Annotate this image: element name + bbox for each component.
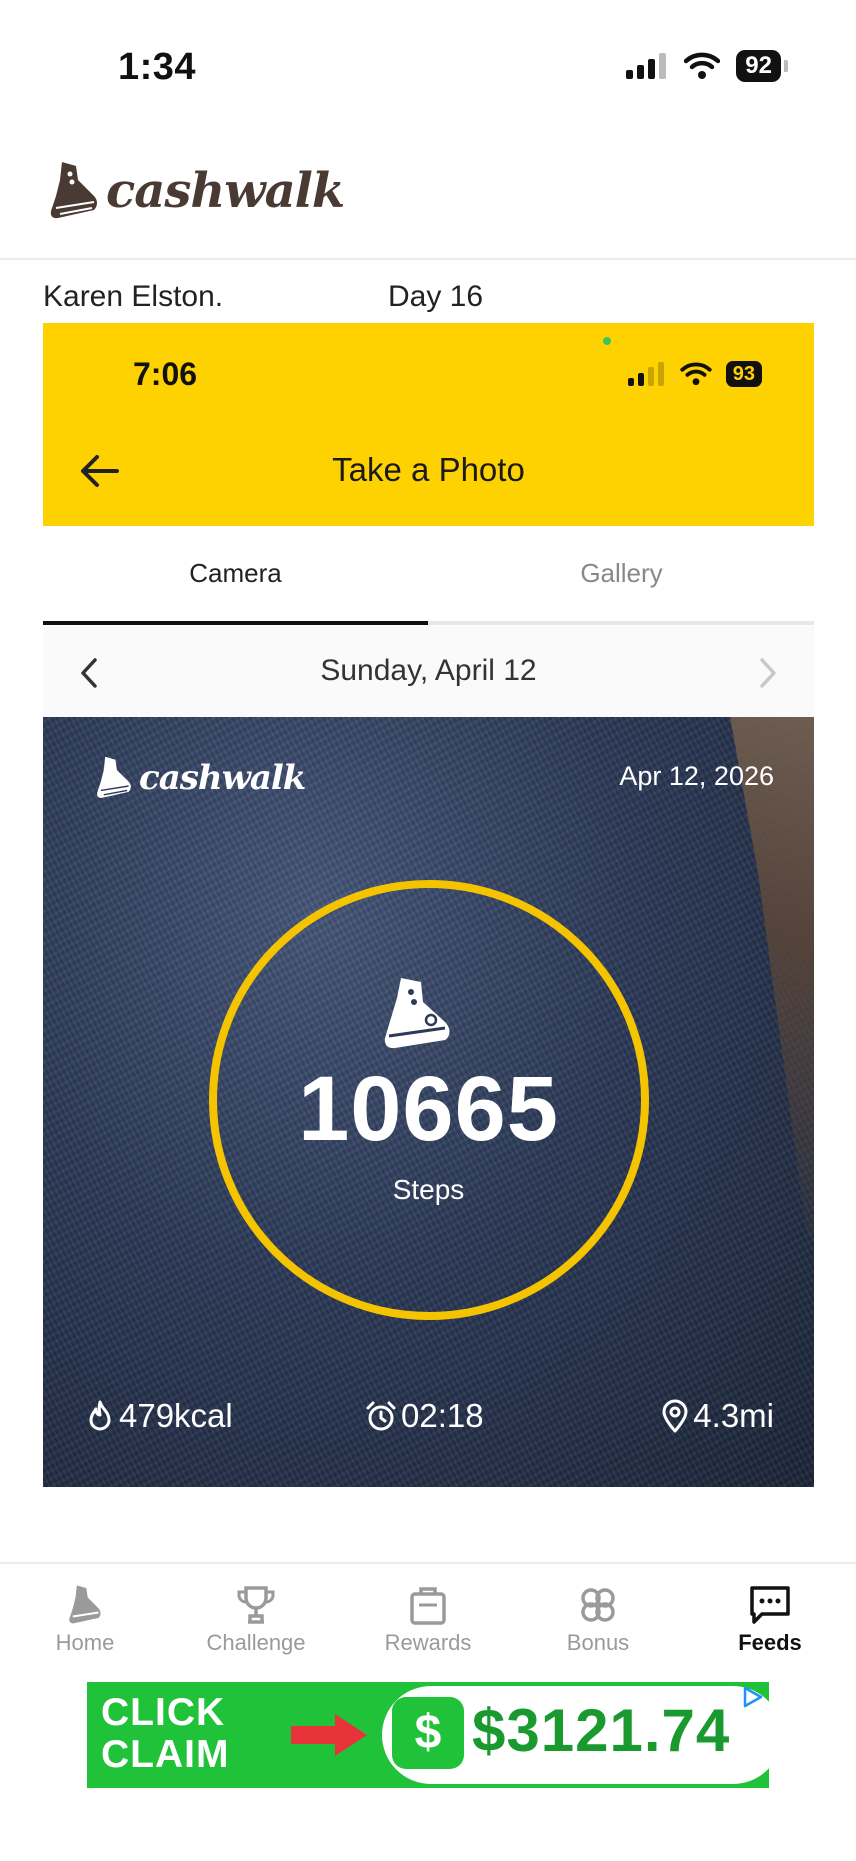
step-photo: cashwalk Apr 12, 2026 10665 Steps 479kca… (43, 717, 814, 1487)
tabbar-item-challenge[interactable]: Challenge (176, 1584, 336, 1668)
chat-bubble-icon (750, 1586, 790, 1624)
tabbar-label-feeds: Feeds (738, 1630, 802, 1655)
date-label: Sunday, April 12 (320, 654, 537, 687)
photo-logo-wordmark: cashwalk (139, 758, 306, 798)
chevron-right-icon[interactable] (750, 654, 784, 692)
ad-amount: $3121.74 (472, 1697, 731, 1764)
arrow-right-icon (291, 1714, 367, 1756)
embedded-wifi-icon (680, 362, 712, 386)
status-indicators: 92 (626, 50, 788, 82)
alarm-clock-icon (366, 1401, 396, 1431)
tabbar-item-rewards[interactable]: Rewards (348, 1584, 508, 1668)
shoe-logo-icon (97, 756, 131, 798)
post-image[interactable]: 7:06 93 Take a Photo Camera Gallery Sund… (43, 323, 814, 1488)
privacy-indicator-dot (603, 337, 611, 345)
battery-indicator: 92 (736, 50, 788, 82)
post-author: Karen Elston. (43, 280, 224, 313)
app-header: cashwalk (0, 140, 856, 260)
tabbar-item-bonus[interactable]: Bonus (518, 1584, 678, 1668)
dollar-icon: $ (392, 1697, 464, 1769)
steps-count: 10665 (298, 1058, 559, 1160)
photo-date: Apr 12, 2026 (619, 761, 774, 791)
photo-source-tabs: Camera Gallery (43, 526, 814, 626)
embedded-battery-indicator: 93 (725, 361, 762, 387)
trophy-icon (237, 1586, 275, 1624)
embedded-header: 7:06 93 Take a Photo (43, 323, 814, 526)
tab-gallery[interactable]: Gallery (429, 526, 814, 621)
ad-cta-line1: CLICK (101, 1691, 226, 1734)
tabbar-label-home: Home (55, 1630, 115, 1655)
duration-stat: 02:18 (365, 1397, 484, 1435)
tab-camera[interactable]: Camera (43, 526, 428, 621)
logo-wordmark: cashwalk (106, 163, 345, 219)
shoe-icon (69, 1585, 101, 1624)
tabbar-item-home[interactable]: Home (5, 1584, 165, 1668)
wifi-icon (684, 52, 721, 79)
sneaker-icon (384, 978, 450, 1049)
calories-value: 479kcal (119, 1397, 233, 1434)
calories-stat: 479kcal (85, 1397, 233, 1435)
ad-cta: CLICK CLAIM (101, 1692, 229, 1776)
embedded-status-indicators: 93 (627, 361, 762, 387)
tabbar-label-bonus: Bonus (566, 1630, 630, 1655)
bottom-tab-bar: Home Challenge Rewards Bonus Feeds (0, 1562, 856, 1672)
ad-banner[interactable]: CLICK CLAIM $ $3121.74 (87, 1682, 769, 1788)
location-pin-icon (662, 1399, 688, 1433)
steps-label: Steps (392, 1174, 465, 1205)
distance-value: 4.3mi (693, 1397, 774, 1434)
tabbar-label-rewards: Rewards (384, 1630, 472, 1655)
distance-stat: 4.3mi (661, 1397, 774, 1435)
clover-icon (581, 1588, 615, 1622)
app-logo: cashwalk (48, 160, 345, 222)
tab-active-indicator (43, 621, 428, 625)
ad-choices-icon[interactable] (741, 1686, 765, 1708)
status-bar: 1:34 92 (0, 0, 856, 140)
shopping-bag-icon (410, 1587, 446, 1625)
signal-icon (626, 53, 667, 79)
tabbar-item-feeds[interactable]: Feeds (690, 1584, 850, 1668)
embedded-page-title: Take a Photo (332, 451, 525, 488)
flame-icon (89, 1400, 111, 1431)
duration-value: 02:18 (401, 1397, 484, 1434)
date-navigator: Sunday, April 12 (43, 626, 814, 720)
shoe-logo-icon (50, 162, 97, 219)
embedded-signal-icon (627, 362, 664, 386)
photo-logo: cashwalk (95, 755, 306, 801)
post-day: Day 16 (388, 280, 484, 313)
embedded-status-time: 7:06 (133, 356, 198, 392)
status-time: 1:34 (118, 46, 197, 88)
ad-cta-line2: CLAIM (101, 1733, 230, 1776)
tabbar-label-challenge: Challenge (206, 1630, 306, 1655)
